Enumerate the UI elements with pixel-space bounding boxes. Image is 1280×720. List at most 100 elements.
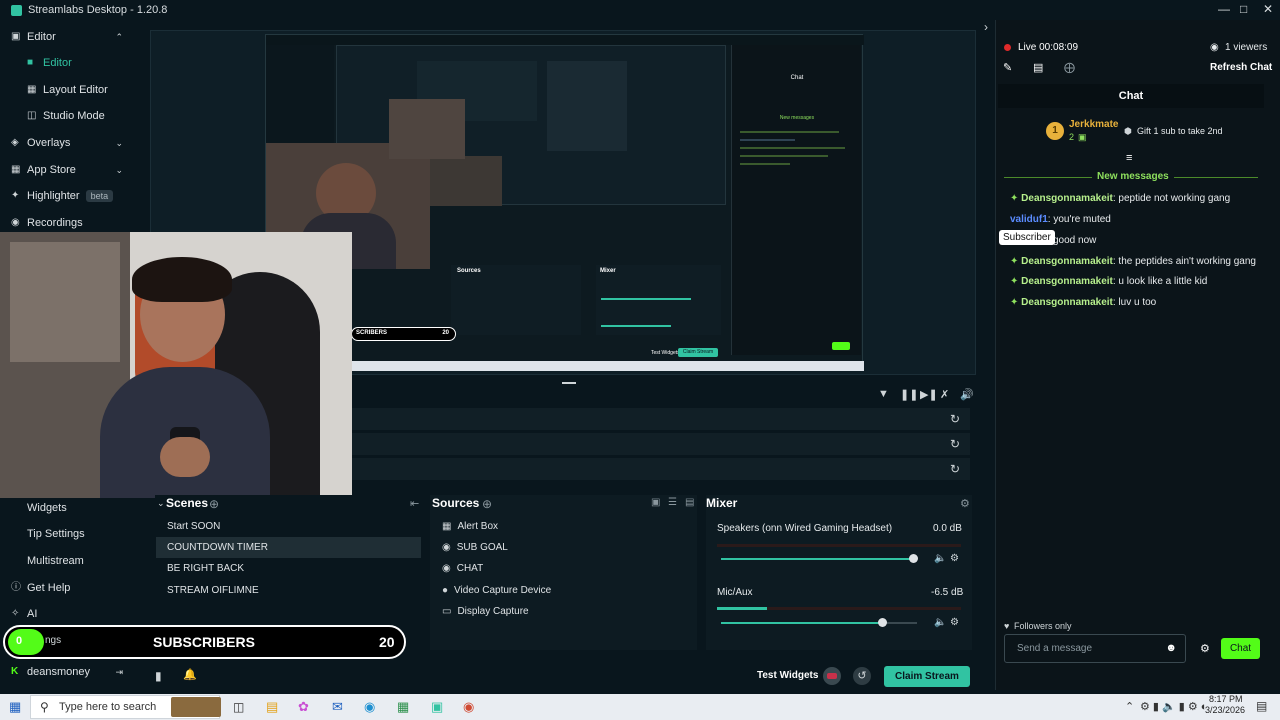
system-tray-chevron-icon[interactable]: ⌃ [1125, 700, 1134, 713]
store-icon[interactable]: ▦ [397, 699, 409, 715]
gear-icon[interactable]: ⚙ [1200, 642, 1210, 655]
chat-input[interactable]: Send a message ☻ [1004, 634, 1186, 663]
gift-sub-prompt[interactable]: Gift 1 sub to take 2nd [1137, 126, 1223, 136]
alert-queue-row[interactable]: ↻ [352, 458, 970, 480]
resize-handle[interactable] [562, 382, 576, 384]
source-group-icon[interactable]: ☰ [668, 497, 677, 508]
chevron-down-icon[interactable]: ⌄ [157, 498, 165, 509]
filter-icon[interactable]: ▼ [878, 388, 889, 400]
file-explorer-icon[interactable]: ▤ [266, 699, 278, 715]
tray-icons[interactable]: ⚙ ▮ 🔈 ▮ ⚙ ◐ [1140, 700, 1207, 713]
edge-icon[interactable]: ◉ [364, 699, 375, 715]
windows-start-icon[interactable]: ▦ [9, 699, 21, 715]
source-item[interactable]: ▭ Display Capture [431, 601, 696, 622]
nav-settings-partial[interactable]: ngs [45, 635, 61, 646]
source-item[interactable]: ◉ SUB GOAL [431, 537, 696, 558]
nav-item-ai[interactable]: ✧ AI [0, 601, 135, 627]
video-icon[interactable]: ▤ [1033, 61, 1043, 74]
replay-buffer-button[interactable]: ↺ [853, 667, 871, 685]
pencil-icon[interactable]: ✎ [1003, 61, 1012, 74]
pause-icon[interactable]: ❚❚ [900, 388, 918, 401]
nav-item-app-store[interactable]: ▦ App Store ⌄ [0, 157, 135, 183]
claim-stream-button[interactable]: Claim Stream [884, 666, 970, 687]
nav-group-editor[interactable]: ▣ Editor ⌃ [0, 24, 135, 50]
share-icon[interactable]: ⨁ [1064, 61, 1075, 74]
nav-item-get-help[interactable]: ⓘ Get Help [0, 575, 135, 601]
logout-icon[interactable]: ⇥ [115, 667, 123, 678]
mail-icon[interactable]: ✉ [332, 699, 343, 715]
scene-item[interactable]: BE RIGHT BACK [156, 558, 421, 579]
add-source-icon[interactable]: ⊕ [482, 497, 492, 511]
streamlabs-taskbar-icon[interactable]: ▣ [431, 699, 443, 715]
record-button[interactable] [823, 667, 841, 685]
chat-username[interactable]: Deansgonnamakeit [1021, 256, 1113, 267]
speaker-icon[interactable]: 🔈 [934, 553, 946, 564]
nav-item-editor[interactable]: ■ Editor [0, 50, 135, 76]
source-item[interactable]: ◉ CHAT [431, 558, 696, 579]
alert-queue-row[interactable]: ↻ [352, 433, 970, 455]
scroll-down-icon[interactable]: ≡ [1126, 152, 1132, 164]
scene-item[interactable]: Start SOON [156, 516, 421, 537]
source-item[interactable]: ▦ Alert Box [431, 516, 696, 537]
clock-time[interactable]: 8:17 PM [1209, 694, 1243, 704]
task-view-icon[interactable]: ◫ [233, 700, 244, 714]
speaker-icon[interactable]: 🔈 [934, 617, 946, 628]
close-icon[interactable]: ✕ [1263, 2, 1273, 16]
add-scene-icon[interactable]: ⊕ [209, 497, 219, 511]
bell-icon[interactable]: 🔔 [183, 668, 197, 681]
minimize-icon[interactable]: — [1218, 2, 1230, 16]
taskbar-search[interactable]: ⚲ Type here to search [30, 695, 221, 719]
chrome-icon[interactable]: ◉ [463, 699, 474, 715]
editor-icon: ▣ [11, 31, 21, 42]
skip-icon[interactable]: ▶❚ [920, 388, 938, 401]
collapse-panel-icon[interactable]: ⇤ [410, 497, 419, 510]
refresh-icon[interactable]: ↻ [950, 437, 960, 451]
nav-item-highlighter[interactable]: ✦ Highlighter beta [0, 183, 135, 209]
refresh-icon[interactable]: ↻ [950, 462, 960, 476]
nav-item-overlays[interactable]: ◈ Overlays ⌄ [0, 130, 135, 156]
nav-item-multistream[interactable]: Multistream [0, 548, 135, 574]
nav-item-studio-mode[interactable]: ◫ Studio Mode [0, 103, 135, 129]
nav-item-tip-settings[interactable]: Tip Settings [0, 521, 135, 547]
volume-slider-track[interactable] [721, 622, 917, 624]
maximize-icon[interactable]: □ [1240, 2, 1247, 16]
folder-icon[interactable]: ▤ [685, 497, 694, 508]
clock-date[interactable]: 3/23/2026 [1205, 705, 1245, 715]
chat-header: Chat [998, 84, 1264, 108]
chat-text: : peptide not working gang [1112, 193, 1231, 204]
nav-item-layout-editor[interactable]: ▦ Layout Editor [0, 77, 135, 103]
volume-icon[interactable]: 🔊 [960, 388, 974, 401]
chat-message: ✦ Deansgonnamakeit: u look like a little… [1010, 276, 1207, 287]
scene-item[interactable]: STREAM OIFLIMNE [156, 580, 421, 601]
chat-username[interactable]: Deansgonnamakeit [1021, 193, 1113, 204]
nav-label: Tip Settings [27, 528, 85, 540]
refresh-icon[interactable]: ↻ [950, 412, 960, 426]
source-item[interactable]: ● Video Capture Device [431, 580, 696, 601]
notifications-icon[interactable]: ▤ [1256, 699, 1267, 713]
chat-username[interactable]: validuf1 [1010, 214, 1048, 225]
chevron-right-icon[interactable]: › [984, 20, 988, 34]
gear-icon[interactable]: ⚙ [960, 497, 970, 510]
nav-item-account[interactable]: K deansmoney ⇥ [0, 659, 135, 685]
scene-item-selected[interactable]: COUNTDOWN TIMER [156, 537, 421, 558]
chat-username[interactable]: Deansgonnamakeit [1021, 297, 1113, 308]
gear-icon[interactable]: ⚙ [950, 617, 959, 628]
volume-slider-knob[interactable] [877, 618, 887, 627]
volume-slider-knob[interactable] [909, 554, 919, 563]
send-chat-button[interactable]: Chat [1221, 638, 1260, 659]
refresh-chat-button[interactable]: Refresh Chat [1210, 62, 1272, 73]
source-layout-icon[interactable]: ▣ [651, 497, 660, 508]
copilot-icon[interactable]: ✿ [298, 699, 309, 715]
emoji-icon[interactable]: ☻ [1165, 642, 1177, 654]
search-highlight-image [171, 697, 221, 717]
mute-notifications-icon[interactable]: ✗ [940, 388, 949, 401]
nav-label: Highlighter [27, 190, 80, 202]
scene-label: BE RIGHT BACK [167, 563, 245, 574]
stats-icon[interactable]: ▮ [155, 669, 162, 683]
verified-badge-icon: ✦ [1010, 193, 1019, 204]
volume-slider-track[interactable] [721, 558, 917, 560]
alert-queue-row[interactable]: ↻ [352, 408, 970, 430]
chat-username[interactable]: Deansgonnamakeit [1021, 276, 1113, 287]
nav-item-widgets[interactable]: Widgets [0, 495, 135, 521]
gear-icon[interactable]: ⚙ [950, 553, 959, 564]
